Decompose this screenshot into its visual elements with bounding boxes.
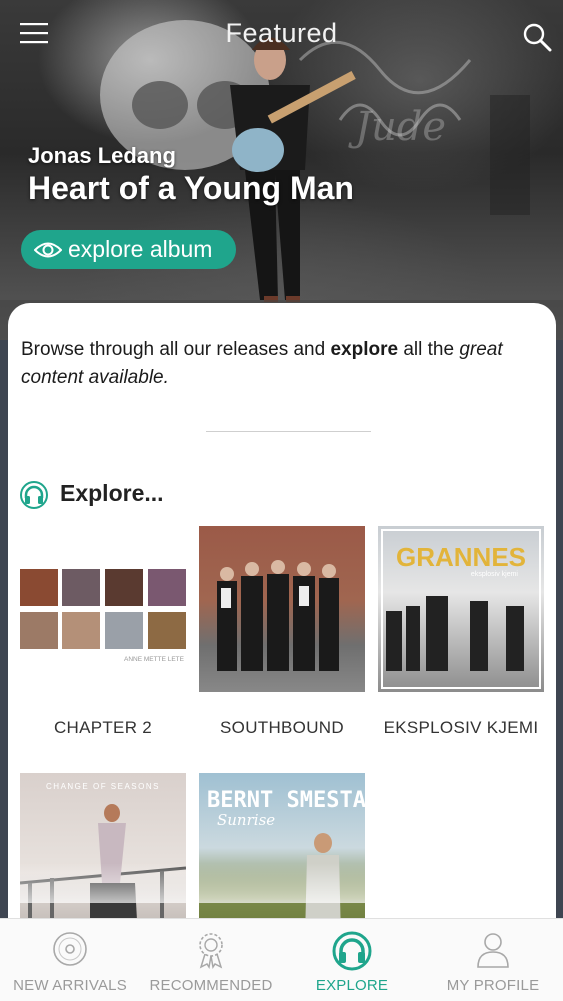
intro-part: Browse through all our releases and bbox=[21, 339, 331, 360]
vinyl-disc-icon bbox=[53, 932, 87, 966]
scroll-fade bbox=[8, 863, 556, 903]
tab-explore[interactable]: EXPLORE bbox=[282, 919, 422, 1001]
cover-subtitle: Sunrise bbox=[217, 811, 275, 829]
cover-title: GRANNES bbox=[396, 542, 526, 572]
album-cover: BERNT SMESTAD Sunrise bbox=[199, 773, 365, 939]
cover-title: BERNT SMESTAD bbox=[207, 788, 365, 813]
award-ribbon-icon bbox=[199, 933, 223, 969]
featured-artist-name: Jonas Ledang bbox=[28, 143, 176, 168]
svg-text:Jude: Jude bbox=[348, 104, 446, 150]
intro-text: Browse through all our releases and expl… bbox=[21, 336, 541, 392]
intro-italic: great bbox=[459, 339, 503, 360]
album-tile[interactable]: BERNT SMESTAD Sunrise bbox=[199, 773, 365, 939]
album-title: SOUTHBOUND bbox=[220, 718, 344, 737]
album-tile[interactable]: GRANNES eksplosiv kjemi EKSPLOSIV KJEMI bbox=[378, 526, 544, 738]
cover-caption: ANNE METTE LETE bbox=[124, 656, 185, 663]
intro-bold: explore bbox=[330, 339, 399, 360]
explore-album-button[interactable]: explore album bbox=[21, 230, 236, 269]
section-title: Explore... bbox=[60, 480, 164, 506]
intro-italic: content available bbox=[21, 367, 164, 388]
intro-part: all the bbox=[398, 339, 460, 360]
featured-hero[interactable]: Jude Featured Jonas Ledang Heart of a Yo… bbox=[0, 0, 563, 340]
explore-album-label: explore album bbox=[68, 236, 213, 262]
user-profile-icon bbox=[477, 933, 509, 968]
featured-album-title: Heart of a Young Man bbox=[28, 170, 354, 206]
divider bbox=[206, 431, 371, 432]
explore-card: Browse through all our releases and expl… bbox=[8, 303, 556, 1000]
eye-icon bbox=[34, 242, 62, 257]
album-title: CHAPTER 2 bbox=[53, 718, 153, 737]
cover-subtitle: eksplosiv kjemi bbox=[471, 571, 519, 578]
header-title: Featured bbox=[225, 18, 338, 48]
album-cover: CHANGE OF SEASONS bbox=[20, 773, 186, 939]
tab-label: RECOMMENDED bbox=[149, 977, 273, 994]
tab-label: EXPLORE bbox=[315, 977, 389, 994]
intro-period: . bbox=[163, 367, 169, 388]
search-icon[interactable] bbox=[522, 22, 552, 52]
bottom-tab-bar: NEW ARRIVALS RECOMMENDED EXPLORE MY PROF… bbox=[0, 918, 563, 1001]
tab-label: NEW ARRIVALS bbox=[13, 977, 127, 994]
tab-label: MY PROFILE bbox=[446, 977, 540, 994]
tab-my-profile[interactable]: MY PROFILE bbox=[423, 919, 563, 1001]
album-cover bbox=[199, 526, 365, 692]
album-tile[interactable]: ANNE METTE LETE CHAPTER 2 bbox=[20, 526, 186, 738]
cover-caption: CHANGE OF SEASONS bbox=[46, 782, 160, 791]
album-tile[interactable]: SOUTHBOUND bbox=[199, 526, 365, 738]
album-cover: ANNE METTE LETE bbox=[20, 526, 186, 692]
album-title: EKSPLOSIV KJEMI bbox=[383, 718, 539, 737]
tab-new-arrivals[interactable]: NEW ARRIVALS bbox=[0, 919, 140, 1001]
headphones-icon bbox=[20, 481, 48, 509]
headphones-icon bbox=[332, 931, 372, 971]
tab-recommended[interactable]: RECOMMENDED bbox=[141, 919, 281, 1001]
album-cover: GRANNES eksplosiv kjemi bbox=[378, 526, 544, 692]
album-tile[interactable]: CHANGE OF SEASONS bbox=[20, 773, 186, 939]
